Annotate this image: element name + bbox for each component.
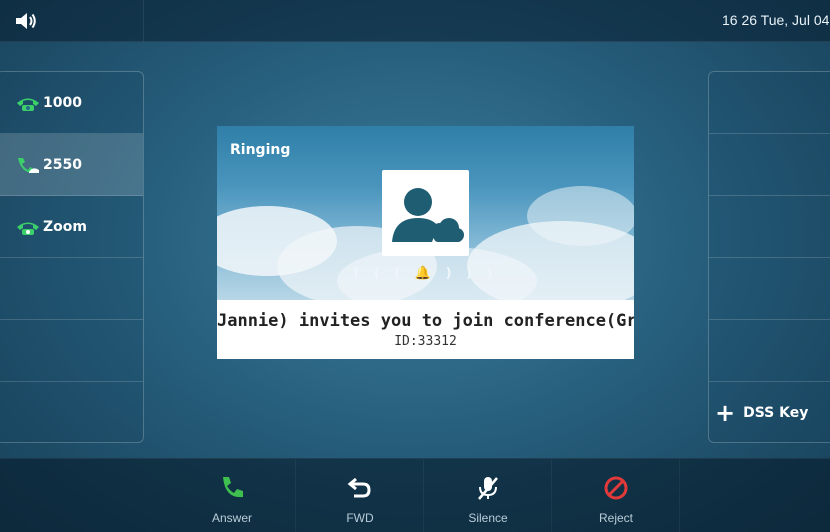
line-keys-panel: 1000 2550 Zoom (0, 71, 144, 443)
answer-label: Answer (211, 511, 252, 525)
line-key-label: Zoom (43, 218, 87, 235)
conference-id: ID:33312 (394, 334, 457, 349)
reject-icon (604, 476, 627, 500)
dss-keys-panel: + DSS Key (708, 71, 830, 443)
line-key-empty[interactable] (0, 258, 143, 320)
answer-phone-icon (222, 477, 243, 498)
line-key-label: 2550 (43, 156, 82, 173)
plus-icon: + (715, 399, 736, 427)
phone-registered-icon (17, 98, 39, 111)
dss-key-empty[interactable] (709, 196, 830, 258)
softkey-bar: Answer FWD Silence Reject (0, 458, 830, 532)
call-state-label: Ringing (230, 142, 291, 158)
conference-contact-icon (392, 188, 464, 242)
phone-registered-icon (17, 222, 39, 235)
silence-button[interactable]: Silence (424, 459, 552, 532)
line-key-1000[interactable]: 1000 (0, 72, 143, 134)
forward-icon (347, 477, 371, 498)
incoming-call-card: Ringing ( ( ( 🔔 ) ) ) Jannie) invites yo… (217, 126, 634, 359)
line-key-empty[interactable] (0, 320, 143, 382)
call-info: Jannie) invites you to join conference(G… (217, 300, 634, 359)
datetime: 16 26 Tue, Jul 04 (722, 12, 830, 28)
line-key-2550[interactable]: 2550 (0, 134, 143, 196)
status-bar: 16 26 Tue, Jul 04 (0, 0, 830, 42)
invite-message: Jannie) invites you to join conference(G… (217, 311, 634, 331)
silence-label: Silence (468, 511, 508, 525)
phone-ringing-icon (18, 157, 39, 173)
add-dss-key-label: DSS Key (743, 405, 809, 421)
forward-label: FWD (346, 511, 374, 525)
answer-button[interactable]: Answer (168, 459, 296, 532)
dss-key-empty[interactable] (709, 72, 830, 134)
dss-key-empty[interactable] (709, 258, 830, 320)
dss-key-empty[interactable] (709, 320, 830, 382)
line-key-empty[interactable] (0, 382, 143, 442)
reject-button[interactable]: Reject (552, 459, 680, 532)
dss-key-empty[interactable] (709, 134, 830, 196)
speaker-icon[interactable] (14, 11, 38, 31)
line-key-label: 1000 (43, 94, 82, 111)
line-key-zoom[interactable]: Zoom (0, 196, 143, 258)
mute-mic-icon (477, 477, 498, 500)
forward-button[interactable]: FWD (296, 459, 424, 532)
add-dss-key-button[interactable]: + DSS Key (709, 382, 830, 442)
contact-avatar (382, 170, 469, 256)
status-divider (143, 0, 144, 42)
reject-label: Reject (598, 511, 633, 525)
ring-indicator: ( ( ( 🔔 ) ) ) (353, 266, 498, 281)
